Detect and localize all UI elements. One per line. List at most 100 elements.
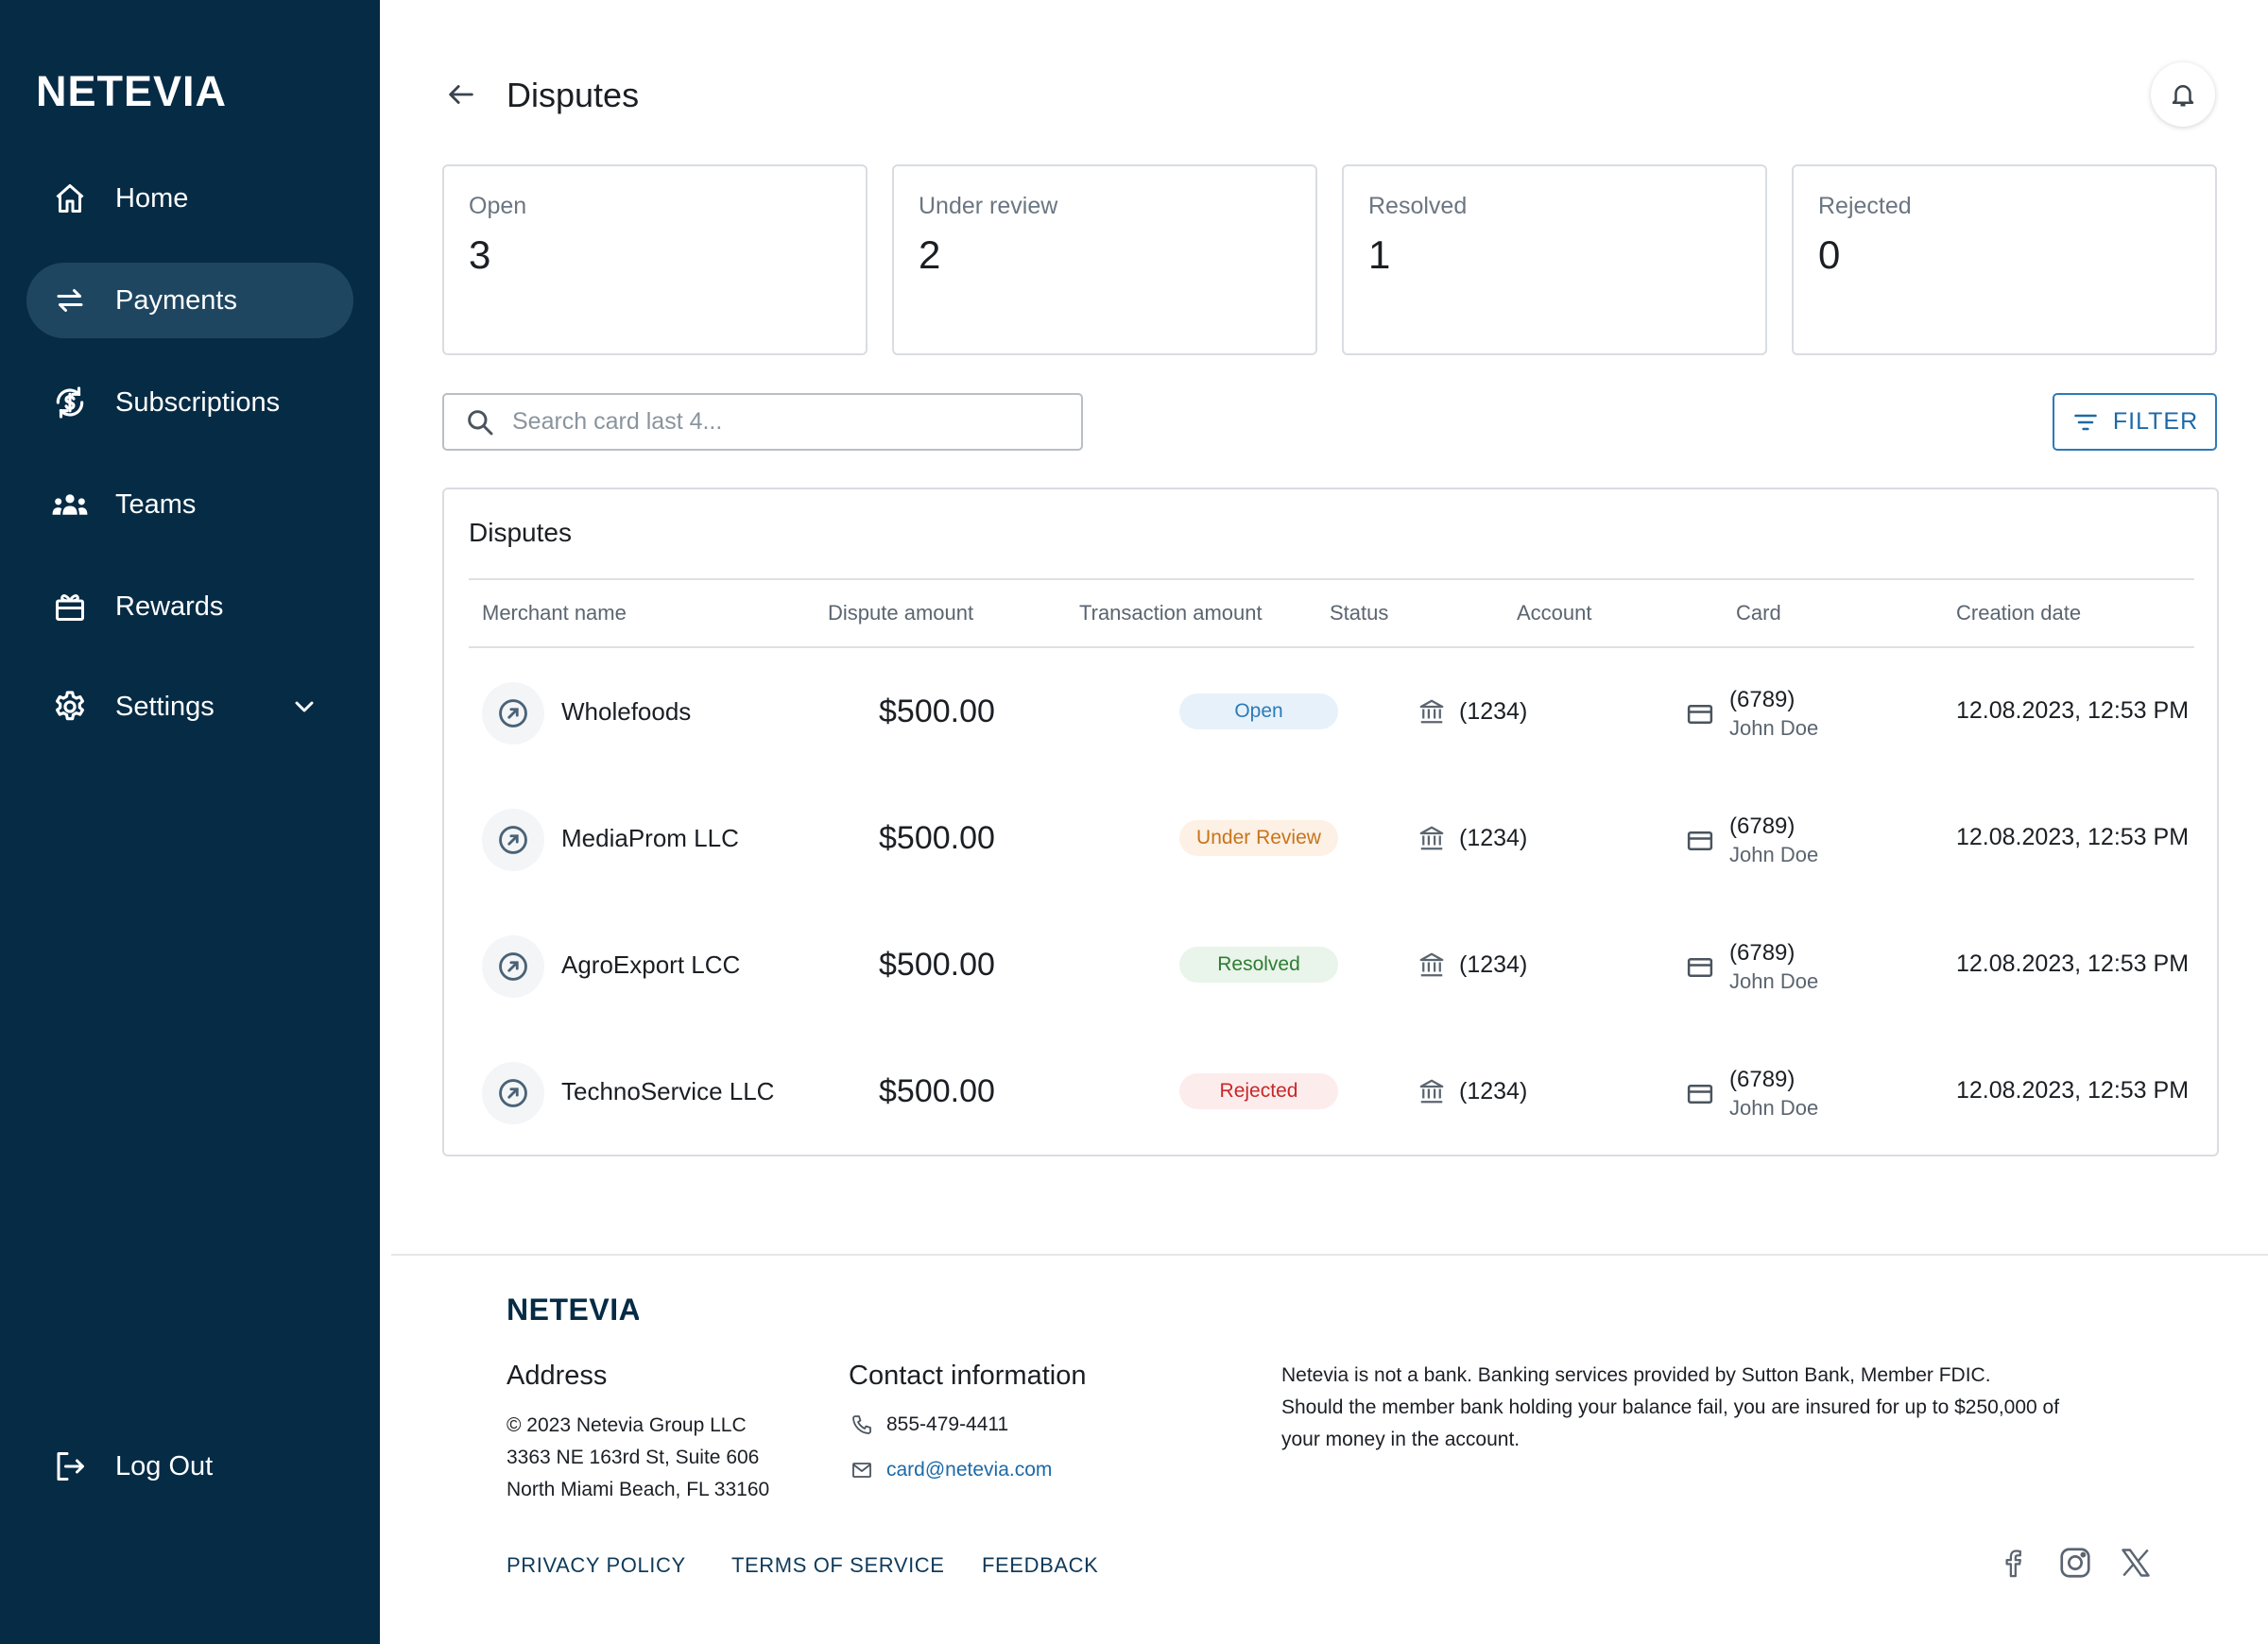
column-header-status[interactable]: Status: [1330, 601, 1388, 625]
card-cell: (6789) John Doe: [1684, 686, 1818, 743]
creation-date: 12.08.2023, 12:53 PM: [1956, 1077, 2190, 1104]
footer-logo[interactable]: NETEVIA: [507, 1293, 641, 1329]
column-header-account[interactable]: Account: [1517, 601, 1592, 625]
card-number: (6789): [1729, 687, 1796, 712]
svg-text:NETEVIA: NETEVIA: [507, 1293, 639, 1325]
credit-card-icon: [1684, 1078, 1716, 1110]
stat-label: Rejected: [1818, 193, 1912, 219]
logout-button[interactable]: Log Out: [26, 1429, 353, 1504]
notification-bell-icon[interactable]: [2151, 62, 2215, 127]
card-number: (6789): [1729, 1067, 1796, 1092]
sidebar-item-label: Teams: [115, 488, 197, 520]
status-badge: Under Review: [1179, 820, 1338, 856]
sidebar-item-label: Rewards: [115, 591, 224, 622]
column-header-card[interactable]: Card: [1736, 601, 1781, 625]
stat-card-rejected[interactable]: Rejected 0: [1792, 164, 2217, 355]
mail-icon: [849, 1457, 875, 1483]
disputes-table-card: Disputes Merchant name Dispute amount Tr…: [442, 488, 2219, 1156]
sidebar-item-label: Subscriptions: [115, 386, 281, 418]
footer-disclaimer-line: your money in the account.: [1281, 1429, 1521, 1450]
dispute-arrow-icon: [482, 935, 544, 998]
card-cell: (6789) John Doe: [1684, 1066, 1818, 1122]
sidebar-item-teams[interactable]: Teams: [26, 467, 353, 542]
account-number: (1234): [1459, 697, 1528, 725]
stat-value: 3: [469, 232, 491, 277]
phone-number: 855-479-4411: [886, 1413, 1009, 1435]
status-badge: Rejected: [1179, 1073, 1338, 1109]
table-row[interactable]: AgroExport LCC $500.00 Resolved (1234) (…: [444, 901, 2221, 1028]
search-input[interactable]: [512, 408, 1041, 436]
transfer-arrows-icon: [49, 280, 91, 321]
account-cell: (1234): [1416, 949, 1527, 981]
back-arrow-icon[interactable]: [440, 74, 482, 115]
sidebar-item-subscriptions[interactable]: Subscriptions: [26, 365, 353, 440]
dispute-amount: $500.00: [879, 694, 995, 729]
card-cell: (6789) John Doe: [1684, 939, 1818, 996]
merchant-name: TechnoService LLC: [561, 1077, 775, 1105]
dispute-arrow-icon: [482, 682, 544, 745]
bank-icon: [1416, 949, 1448, 981]
filter-label: FILTER: [2112, 408, 2199, 435]
account-number: (1234): [1459, 950, 1528, 978]
credit-card-icon: [1684, 698, 1716, 730]
footer-email[interactable]: card@netevia.com: [849, 1457, 1052, 1483]
merchant-name: Wholefoods: [561, 697, 692, 726]
netevia-logo[interactable]: NETEVIA: [36, 67, 231, 116]
chevron-down-icon[interactable]: [289, 692, 319, 722]
footer-phone[interactable]: 855-479-4411: [849, 1412, 1008, 1438]
dispute-amount: $500.00: [879, 820, 995, 856]
bank-icon: [1416, 695, 1448, 728]
stat-label: Open: [469, 193, 527, 219]
feedback-link[interactable]: FEEDBACK: [982, 1553, 1098, 1578]
sidebar-item-label: Settings: [115, 691, 215, 722]
table-divider: [469, 578, 2194, 580]
dispute-amount: $500.00: [879, 1073, 995, 1109]
credit-card-icon: [1684, 951, 1716, 984]
phone-icon: [849, 1412, 875, 1438]
card-cell: (6789) John Doe: [1684, 813, 1818, 869]
column-header-dispute-amount[interactable]: Dispute amount: [828, 601, 973, 625]
account-cell: (1234): [1416, 695, 1527, 728]
column-header-merchant[interactable]: Merchant name: [482, 601, 627, 625]
bank-icon: [1416, 1075, 1448, 1107]
sidebar-item-label: Payments: [115, 284, 237, 316]
footer-address-title: Address: [507, 1361, 608, 1391]
x-icon[interactable]: [2115, 1542, 2156, 1584]
table-title: Disputes: [469, 518, 572, 547]
terms-of-service-link[interactable]: TERMS OF SERVICE: [731, 1553, 945, 1578]
logout-label: Log Out: [115, 1450, 214, 1481]
privacy-policy-link[interactable]: PRIVACY POLICY: [507, 1553, 686, 1578]
sidebar-item-settings[interactable]: Settings: [26, 669, 353, 745]
facebook-icon[interactable]: [1992, 1542, 2034, 1584]
creation-date: 12.08.2023, 12:53 PM: [1956, 824, 2190, 850]
gear-icon: [49, 686, 91, 728]
table-row[interactable]: TechnoService LLC $500.00 Rejected (1234…: [444, 1028, 2221, 1155]
stat-card-open[interactable]: Open 3: [442, 164, 868, 355]
status-badge: Resolved: [1179, 947, 1338, 983]
status-badge: Open: [1179, 694, 1338, 729]
footer-disclaimer-line: Should the member bank holding your bala…: [1281, 1396, 2060, 1418]
column-header-creation-date[interactable]: Creation date: [1956, 601, 2081, 625]
search-icon: [463, 405, 497, 439]
instagram-icon[interactable]: [2054, 1542, 2096, 1584]
merchant-name: MediaProm LLC: [561, 824, 739, 852]
search-box[interactable]: [442, 393, 1083, 451]
sidebar-item-home[interactable]: Home: [26, 161, 353, 236]
filter-icon: [2071, 408, 2100, 437]
email-address: card@netevia.com: [886, 1459, 1053, 1481]
card-number: (6789): [1729, 940, 1796, 966]
sidebar-item-rewards[interactable]: Rewards: [26, 569, 353, 644]
stat-card-under-review[interactable]: Under review 2: [892, 164, 1317, 355]
column-header-transaction-amount[interactable]: Transaction amount: [1079, 601, 1263, 625]
card-holder: John Doe: [1729, 716, 1819, 740]
table-row[interactable]: MediaProm LLC $500.00 Under Review (1234…: [444, 775, 2221, 901]
footer-address-line: 3363 NE 163rd St, Suite 606: [507, 1447, 760, 1468]
page-title: Disputes: [507, 76, 640, 114]
stat-card-resolved[interactable]: Resolved 1: [1342, 164, 1767, 355]
account-number: (1234): [1459, 1077, 1528, 1105]
sidebar-item-payments[interactable]: Payments: [26, 263, 353, 338]
table-row[interactable]: Wholefoods $500.00 Open (1234) (6789) Jo…: [444, 648, 2221, 775]
filter-button[interactable]: FILTER: [2053, 393, 2217, 451]
account-number: (1234): [1459, 824, 1528, 851]
card-number: (6789): [1729, 813, 1796, 839]
